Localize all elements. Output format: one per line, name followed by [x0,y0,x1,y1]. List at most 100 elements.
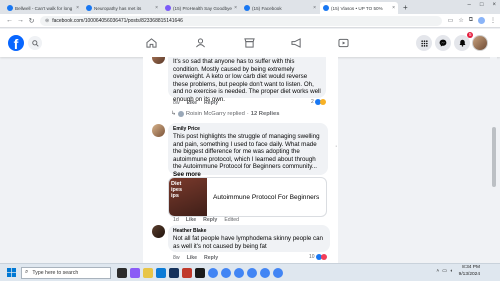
clock[interactable]: 8:34 PM 9/13/2024 [459,265,480,278]
browser-toolbar: ← → ↻ ⊜ facebook.com/100064056036471/pos… [0,14,500,28]
close-tab-icon[interactable]: × [234,5,237,11]
file-explorer-icon[interactable] [143,267,153,278]
chrome-icon[interactable] [273,267,283,278]
browser-tab[interactable]: Neuropathy has met its × [83,2,161,14]
chrome-icon[interactable] [247,267,257,278]
notifications-button[interactable]: 5 [454,32,473,51]
chrome-icon[interactable] [234,267,244,278]
pinned-app-icon[interactable] [156,267,166,278]
show-hidden-icons-icon[interactable]: ˄ [436,269,439,274]
scrollbar-thumb[interactable] [491,127,496,187]
search-icon: ⌕ [25,269,29,275]
menu-icon[interactable]: ⋮ [490,17,496,24]
minimize-icon[interactable]: – [468,2,471,8]
pinned-app-icon[interactable] [169,267,179,278]
messenger-button[interactable] [435,35,451,51]
taskbar-search[interactable]: ⌕ Type here to search [21,266,111,279]
maximize-icon[interactable]: □ [480,2,484,8]
reaction-summary[interactable]: 10 [309,254,327,260]
comment-time[interactable]: 8w [173,255,180,261]
facebook-favicon-icon [244,5,250,11]
browser-tab[interactable]: Bellwell - Can't walk for long × [4,2,82,14]
friends-nav-icon[interactable] [193,37,207,49]
like-button[interactable]: Like [186,217,196,223]
browser-tab[interactable]: (15) Facebook × [241,2,319,14]
chrome-icon[interactable] [260,267,270,278]
clock-time: 8:34 PM [462,265,480,270]
marketplace-nav-icon[interactable] [242,37,256,49]
home-nav-icon[interactable] [144,37,158,49]
facebook-header: f 5 [0,29,500,57]
close-tab-icon[interactable]: × [76,5,79,11]
site-favicon-icon [165,5,171,11]
chrome-icon[interactable] [208,267,218,278]
bookmark-star-icon[interactable]: ☆ [458,17,463,24]
comment-bubble: Emily Price This post highlights the str… [168,123,328,178]
chrome-icon[interactable] [221,267,231,278]
volume-icon[interactable]: ◖ [450,269,453,274]
avatar[interactable] [152,124,165,137]
facebook-logo-icon[interactable]: f [8,35,24,51]
announcements-nav-icon[interactable] [289,37,303,49]
link-title: Autoimmune Protocol For Beginners [213,193,320,201]
pinned-apps [117,267,283,278]
comment-bubble: It's so sad that anyone has to suffer wi… [168,57,326,103]
more-options-icon[interactable]: ··· [335,143,338,150]
close-tab-icon[interactable]: × [313,5,316,11]
extensions-icon[interactable]: ⧉ [469,17,473,24]
browser-tab-active[interactable]: (15) Vlasos • UP TO 50% × [320,2,398,14]
pinned-app-icon[interactable] [130,267,140,278]
system-tray: ˄ ▭ ◖ 8:34 PM 9/13/2024 [436,265,480,278]
reaction-count: 2 [311,99,314,105]
reply-button[interactable]: Reply [204,100,218,106]
clock-date: 9/13/2024 [458,271,480,277]
comment-time[interactable]: 1d [173,217,179,223]
page-scrollbar[interactable] [490,57,497,263]
site-info-icon[interactable]: ⊜ [45,18,49,24]
reload-icon[interactable]: ↻ [26,17,37,25]
reaction-summary[interactable]: 2 [311,99,326,105]
comment-text: It's so sad that anyone has to suffer wi… [173,58,321,103]
comments-panel: It's so sad that anyone has to suffer wi… [143,57,338,263]
avatar[interactable] [152,57,165,64]
account-avatar[interactable] [472,35,488,51]
comment-actions: 1d Like Reply Edited [173,217,239,223]
notification-count-badge: 5 [467,32,473,38]
reply-button[interactable]: Reply [203,217,217,223]
cast-icon[interactable]: ▭ [448,17,454,24]
dot-separator: · [246,111,249,117]
like-button[interactable]: Like [187,100,197,106]
start-button[interactable] [4,268,18,277]
forward-icon[interactable]: → [15,17,26,24]
commenter-name[interactable]: Heather Blake [173,228,325,234]
view-replies-link[interactable]: ↳ Roisin McGarry replied · 12 Replies [171,111,279,117]
close-tab-icon[interactable]: × [392,5,395,11]
url-text: facebook.com/100064056036471/posts/82336… [52,17,183,24]
address-bar[interactable]: ⊜ facebook.com/100064056036471/posts/823… [40,15,442,26]
comment-time[interactable]: 8w [173,100,180,106]
reply-button[interactable]: Reply [204,255,218,261]
facebook-favicon-icon [323,5,329,11]
back-icon[interactable]: ← [4,17,15,24]
new-tab-icon[interactable]: + [399,3,412,14]
network-icon[interactable]: ▭ [442,269,447,274]
browser-tab[interactable]: (15) ProHealth Say Goodbye × [162,2,240,14]
search-placeholder: Type here to search [32,269,79,276]
profile-icon[interactable] [478,17,485,24]
menu-grid-button[interactable] [416,35,432,51]
pinned-app-icon[interactable] [195,267,205,278]
link-preview-card[interactable]: Diet ipes ips Autoimmune Protocol For Be… [168,177,327,217]
like-button[interactable]: Like [187,255,197,261]
avatar[interactable] [152,225,165,238]
pinned-app-icon[interactable] [182,267,192,278]
comment-actions: 8w Like Reply [173,255,218,261]
comment-text: This post highlights the struggle of man… [173,133,320,171]
close-tab-icon[interactable]: × [155,5,158,11]
search-button[interactable] [28,36,42,50]
watch-nav-icon[interactable] [336,37,350,49]
facebook-favicon-icon [86,5,92,11]
commenter-name[interactable]: Emily Price [173,126,323,132]
task-view-icon[interactable] [117,267,127,278]
close-window-icon[interactable]: × [492,2,496,8]
comment-bubble: Heather Blake Not all fat people have ly… [168,225,330,252]
